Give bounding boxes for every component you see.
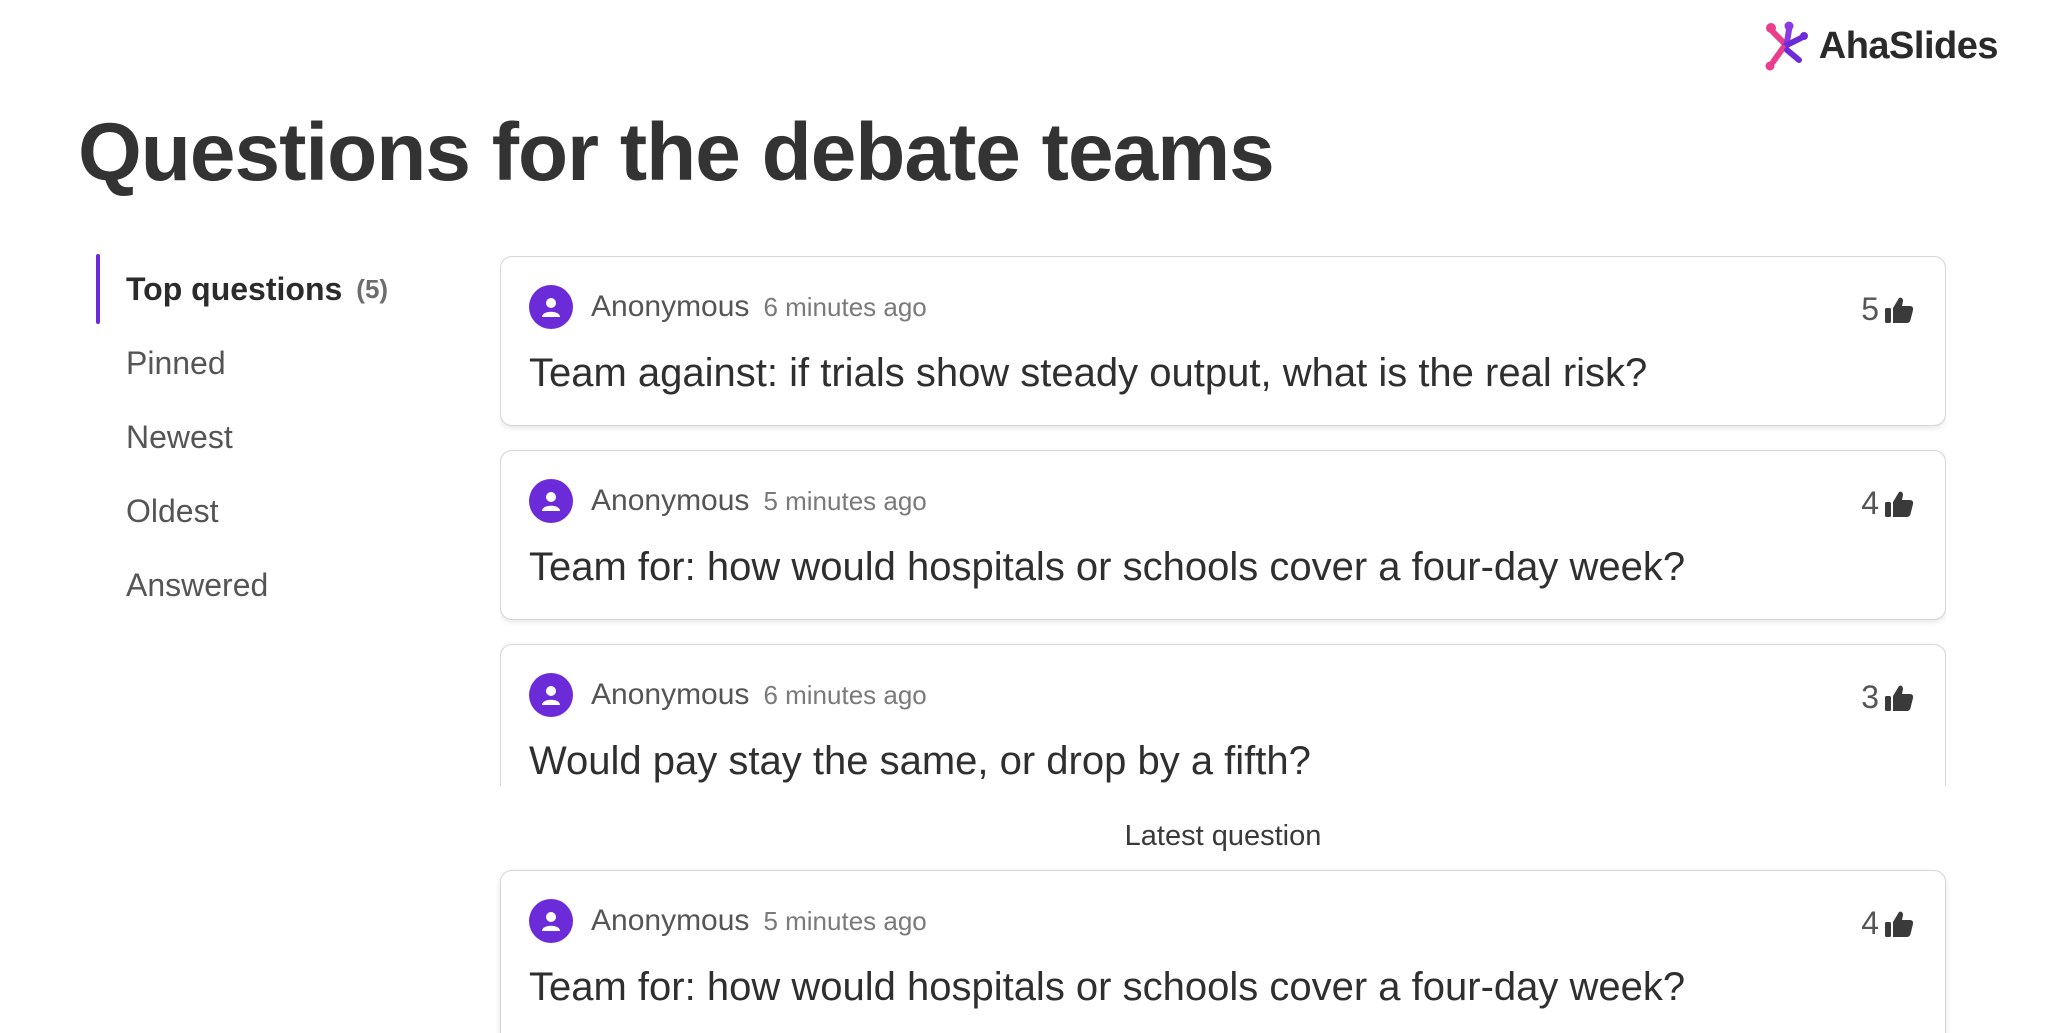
sidebar-item-label: Answered — [126, 566, 269, 603]
question-author: Anonymous — [591, 904, 750, 937]
avatar — [529, 899, 573, 943]
user-icon — [542, 492, 560, 511]
question-author: Anonymous — [591, 678, 750, 711]
sidebar-item-label: Oldest — [126, 492, 219, 529]
latest-question-card[interactable]: Anonymous 5 minutes ago 4 Team for: how … — [500, 870, 1946, 1033]
ahaslides-logo: AhaSlides — [1763, 20, 1999, 72]
thumbs-up-icon — [1885, 491, 1914, 517]
user-icon — [542, 912, 560, 931]
question-time: 6 minutes ago — [763, 291, 927, 322]
thumbs-up-icon — [1885, 297, 1914, 323]
question-text: Team for: how would hospitals or schools… — [529, 545, 1686, 589]
question-header: Anonymous 6 minutes ago — [529, 673, 1917, 717]
question-time: 5 minutes ago — [763, 905, 927, 936]
question-card[interactable]: Anonymous 6 minutes ago 5 Team against: … — [500, 256, 1946, 426]
page-title: Questions for the debate teams — [78, 107, 1275, 198]
sidebar-item-top-questions[interactable]: Top questions (5) — [96, 252, 426, 326]
vote-count: 4 — [1861, 485, 1879, 521]
sidebar-item-label: Newest — [126, 418, 233, 455]
sidebar-item-pinned[interactable]: Pinned — [96, 326, 426, 400]
vote-count: 4 — [1861, 905, 1879, 941]
question-time: 5 minutes ago — [763, 485, 927, 516]
sidebar-item-oldest[interactable]: Oldest — [96, 474, 426, 548]
question-header: Anonymous 5 minutes ago — [529, 899, 1917, 943]
ahaslides-logo-icon — [1765, 21, 1808, 71]
upvote-button[interactable]: 3 — [1861, 679, 1915, 716]
avatar — [529, 479, 573, 523]
thumbs-up-icon — [1885, 685, 1914, 711]
sidebar-item-label: Pinned — [126, 344, 226, 381]
upvote-button[interactable]: 4 — [1861, 905, 1915, 942]
avatar — [529, 673, 573, 717]
avatar — [529, 285, 573, 329]
question-card[interactable]: Anonymous 5 minutes ago 4 Team for: how … — [500, 450, 1946, 620]
question-text: Would pay stay the same, or drop by a fi… — [529, 739, 1311, 783]
logo-text: AhaSlides — [1818, 24, 1999, 67]
question-author: Anonymous — [591, 290, 750, 323]
vote-count: 3 — [1861, 679, 1879, 715]
sort-sidebar: Top questions (5) Pinned Newest Oldest A… — [96, 252, 426, 622]
question-author: Anonymous — [591, 484, 750, 517]
sidebar-item-answered[interactable]: Answered — [96, 548, 426, 622]
presentation-slide: AhaSlides Questions for the debate teams… — [0, 0, 2048, 1033]
latest-question-label: Latest question — [1124, 820, 1322, 852]
thumbs-up-icon — [1885, 911, 1914, 937]
question-time: 6 minutes ago — [763, 679, 927, 710]
question-text: Team against: if trials show steady outp… — [529, 351, 1648, 395]
question-list[interactable]: Anonymous 6 minutes ago 5 Team against: … — [500, 256, 1946, 786]
sidebar-item-newest[interactable]: Newest — [96, 400, 426, 474]
question-card[interactable]: Anonymous 6 minutes ago 3 Would pay stay… — [500, 644, 1946, 786]
question-header: Anonymous 5 minutes ago — [529, 479, 1917, 523]
user-icon — [542, 686, 560, 705]
sidebar-item-label: Top questions — [126, 270, 343, 307]
upvote-button[interactable]: 4 — [1861, 485, 1915, 522]
question-text: Team for: how would hospitals or schools… — [529, 965, 1686, 1009]
user-icon — [542, 298, 560, 317]
question-header: Anonymous 6 minutes ago — [529, 285, 1917, 329]
question-count-badge: (5) — [356, 273, 389, 304]
upvote-button[interactable]: 5 — [1861, 291, 1915, 328]
vote-count: 5 — [1861, 291, 1879, 327]
